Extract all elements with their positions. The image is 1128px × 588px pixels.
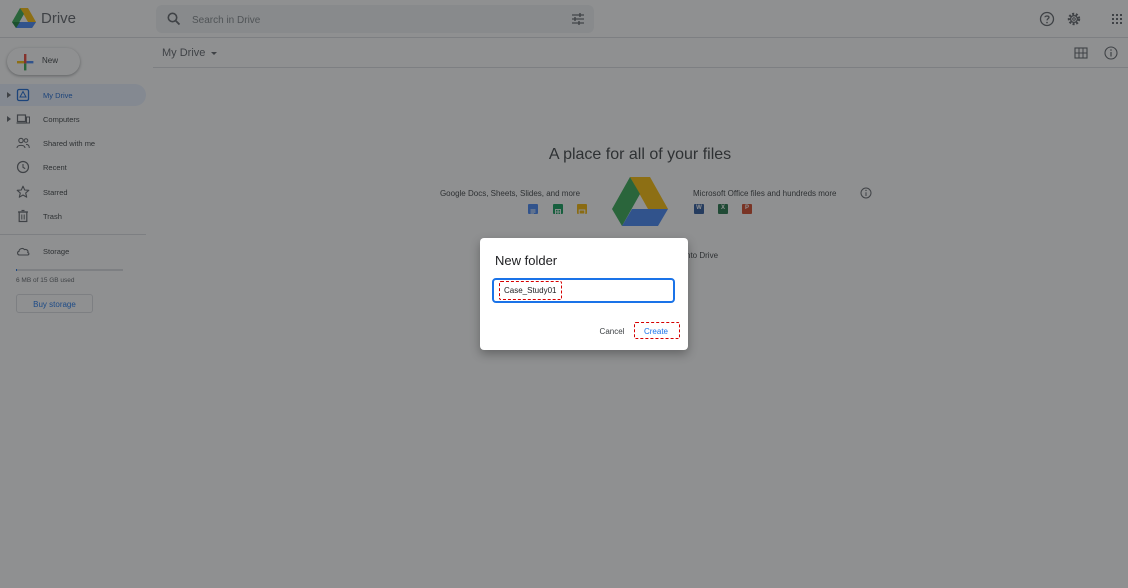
create-button[interactable]: Create xyxy=(637,324,675,338)
cancel-button[interactable]: Cancel xyxy=(594,324,630,338)
dialog-title: New folder xyxy=(495,253,558,268)
drive-app: Drive xyxy=(0,0,1128,588)
new-folder-dialog: New folder Cancel Create xyxy=(480,238,688,350)
folder-name-input[interactable] xyxy=(492,278,675,303)
